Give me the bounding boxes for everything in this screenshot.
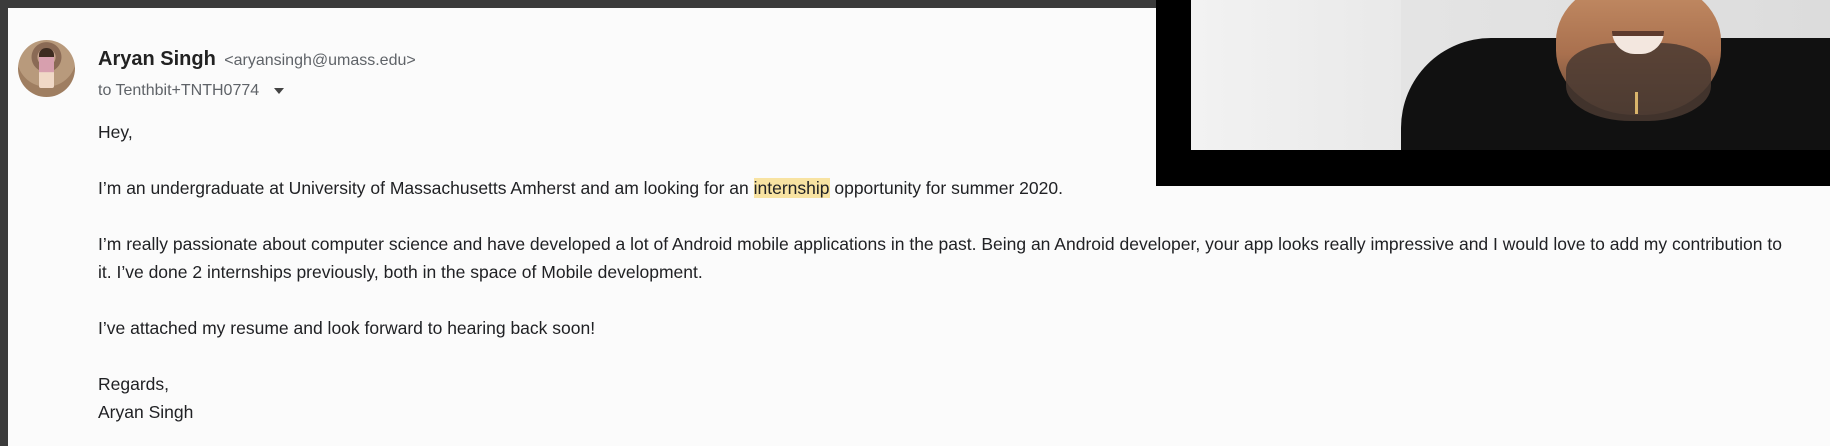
screen: Aryan Singh <aryansingh@umass.edu> to Te…	[0, 0, 1830, 446]
recipient-text: to Tenthbit+TNTH0774	[98, 82, 260, 99]
person-necklace	[1635, 92, 1638, 114]
chevron-down-icon[interactable]	[273, 87, 284, 94]
webcam-video	[1191, 0, 1830, 150]
sender-header: Aryan Singh <aryansingh@umass.edu>	[98, 48, 416, 71]
email-signoff-block: Regards, Aryan Singh	[98, 370, 1798, 426]
email-signature: Aryan Singh	[98, 402, 194, 422]
highlighted-keyword: internship	[753, 178, 830, 198]
person-beard	[1566, 43, 1711, 121]
email-signoff: Regards,	[98, 374, 170, 394]
paragraph-1-before: I’m an undergraduate at University of Ma…	[98, 178, 754, 198]
webcam-overlay	[1156, 0, 1830, 186]
sender-name[interactable]: Aryan Singh	[98, 48, 216, 70]
paragraph-1-after: opportunity for summer 2020.	[829, 178, 1063, 198]
email-paragraph-2: I’m really passionate about computer sci…	[98, 234, 1782, 282]
recipient-line[interactable]: to Tenthbit+TNTH0774	[98, 82, 284, 100]
avatar-figure	[39, 48, 54, 88]
email-paragraph-3: I’ve attached my resume and look forward…	[98, 318, 596, 338]
sender-avatar[interactable]	[18, 40, 75, 97]
sender-email[interactable]: <aryansingh@umass.edu>	[224, 52, 415, 69]
webcam-background	[1191, 0, 1401, 150]
